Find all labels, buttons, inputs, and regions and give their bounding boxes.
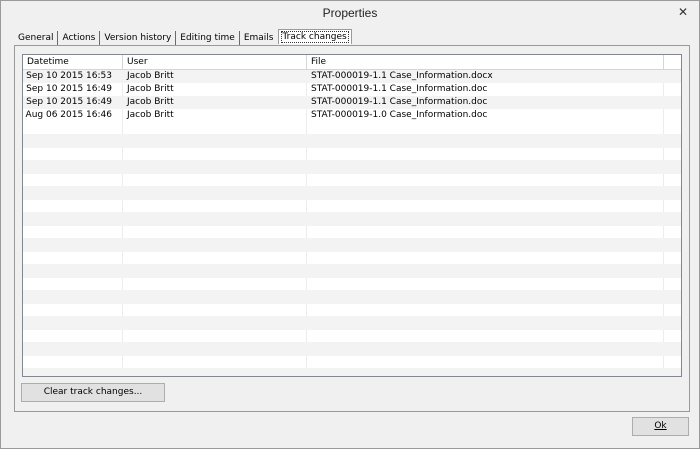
column-header-file[interactable]: File xyxy=(307,55,664,69)
tab-version-history[interactable]: Version history xyxy=(100,31,177,45)
close-icon[interactable]: ✕ xyxy=(673,3,693,21)
table-row[interactable]: Sep 10 2015 16:53 Jacob Britt STAT-00001… xyxy=(23,70,681,83)
empty-row xyxy=(23,161,681,174)
table-row[interactable]: Aug 06 2015 16:46 Jacob Britt STAT-00001… xyxy=(23,109,681,122)
empty-rows xyxy=(23,122,681,376)
cell-datetime: Aug 06 2015 16:46 xyxy=(25,110,112,120)
cell-datetime: Sep 10 2015 16:49 xyxy=(26,84,112,94)
empty-row xyxy=(23,304,681,317)
cell-file: STAT-000019-1.0 Case_Information.doc xyxy=(311,110,488,120)
title-bar[interactable]: Properties ✕ xyxy=(1,1,699,25)
properties-window: Properties ✕ General Actions Version histo… xyxy=(0,0,700,449)
empty-row xyxy=(23,252,681,265)
table-row[interactable]: Sep 10 2015 16:49 Jacob Britt STAT-00001… xyxy=(23,83,681,96)
ok-button[interactable]: Ok xyxy=(632,417,689,436)
cell-file: STAT-000019-1.1 Case_Information.doc xyxy=(311,84,488,94)
column-header-datetime[interactable]: Datetime xyxy=(23,55,123,69)
tab-general[interactable]: General xyxy=(14,31,59,45)
empty-row xyxy=(23,278,681,291)
cell-file: STAT-000019-1.1 Case_Information.docx xyxy=(311,71,493,81)
cell-datetime: Sep 10 2015 16:53 xyxy=(26,71,112,81)
track-changes-panel: Datetime User File Sep 10 2015 16:53 Jac… xyxy=(14,45,690,412)
empty-row xyxy=(23,213,681,226)
list-rows: Sep 10 2015 16:53 Jacob Britt STAT-00001… xyxy=(23,70,681,376)
cell-file: STAT-000019-1.1 Case_Information.doc xyxy=(311,97,488,107)
empty-row xyxy=(23,369,681,376)
empty-row xyxy=(23,148,681,161)
tab-strip: General Actions Version history Editing tim… xyxy=(14,29,352,45)
empty-row xyxy=(23,122,681,135)
cell-user: Jacob Britt xyxy=(127,110,174,120)
empty-row xyxy=(23,356,681,369)
empty-row xyxy=(23,239,681,252)
empty-row xyxy=(23,187,681,200)
column-header-filler xyxy=(664,55,681,69)
empty-row xyxy=(23,317,681,330)
ok-button-label: Ok xyxy=(654,421,667,431)
list-header: Datetime User File xyxy=(23,55,681,70)
empty-row xyxy=(23,343,681,356)
window-title: Properties xyxy=(322,6,378,20)
tab-emails[interactable]: Emails xyxy=(240,31,278,45)
cell-user: Jacob Britt xyxy=(127,97,174,107)
empty-row xyxy=(23,174,681,187)
track-changes-list[interactable]: Datetime User File Sep 10 2015 16:53 Jac… xyxy=(22,54,682,377)
tab-track-changes[interactable]: Track changes xyxy=(277,29,352,44)
table-row[interactable]: Sep 10 2015 16:49 Jacob Britt STAT-00001… xyxy=(23,96,681,109)
empty-row xyxy=(23,330,681,343)
column-header-user[interactable]: User xyxy=(123,55,307,69)
empty-row xyxy=(23,291,681,304)
empty-row xyxy=(23,200,681,213)
tab-actions[interactable]: Actions xyxy=(58,31,101,45)
cell-user: Jacob Britt xyxy=(127,71,174,81)
empty-row xyxy=(23,135,681,148)
empty-row xyxy=(23,226,681,239)
clear-track-changes-button[interactable]: Clear track changes... xyxy=(21,383,165,402)
empty-row xyxy=(23,265,681,278)
cell-user: Jacob Britt xyxy=(127,84,174,94)
tab-editing-time[interactable]: Editing time xyxy=(176,31,240,45)
cell-datetime: Sep 10 2015 16:49 xyxy=(26,97,112,107)
